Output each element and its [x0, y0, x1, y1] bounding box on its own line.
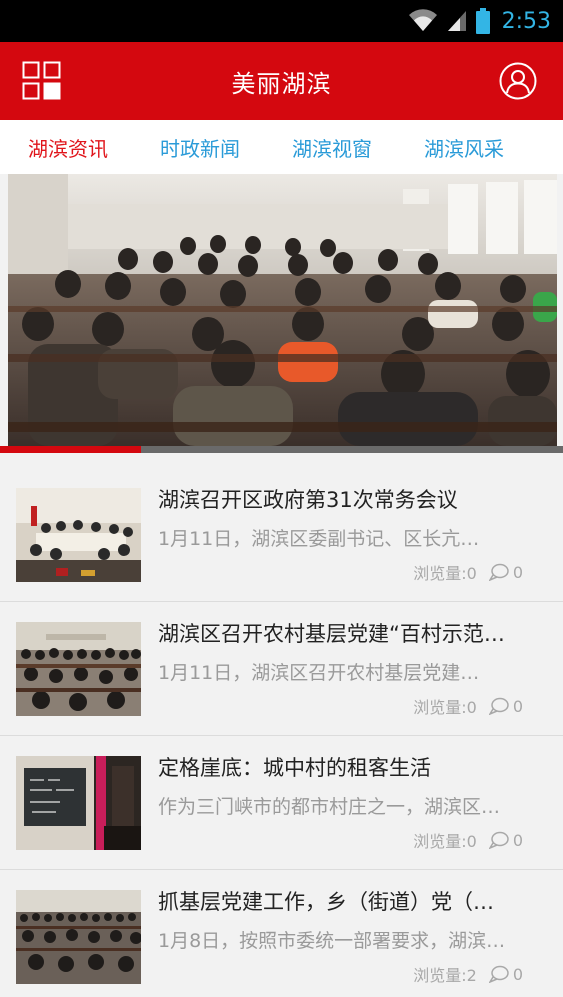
news-title: 定格崖底：城中村的租客生活	[158, 756, 431, 780]
news-list-item[interactable]: 抓基层党建工作，乡（街道）党（… 1月8日，按照市委统一部署要求，湖滨… 浏览量…	[0, 870, 563, 997]
news-meta: 浏览量:2 0	[413, 962, 523, 986]
wifi-icon	[408, 9, 438, 33]
news-summary: 1月8日，按照市委统一部署要求，湖滨…	[158, 930, 506, 952]
status-bar: 2:53	[0, 0, 563, 42]
comment-count-group: 0	[488, 562, 523, 582]
grid-menu-button[interactable]	[22, 61, 62, 101]
news-meta: 浏览量:0 0	[413, 828, 523, 852]
news-summary: 作为三门峡市的都市村庄之一，湖滨区…	[158, 796, 501, 818]
comment-count: 0	[512, 696, 523, 716]
banner-progress-track	[0, 446, 563, 453]
banner-progress-fill	[0, 446, 141, 453]
comment-count: 0	[512, 964, 523, 984]
news-title: 湖滨召开区政府第31次常务会议	[158, 488, 458, 512]
app-title: 美丽湖滨	[231, 69, 332, 98]
news-thumbnail	[16, 622, 141, 716]
news-summary: 1月11日，湖滨区召开农村基层党建…	[158, 662, 480, 684]
comment-count-group: 0	[488, 696, 523, 716]
view-count: 浏览量:0	[413, 832, 477, 851]
comment-icon	[488, 563, 509, 581]
comment-icon	[488, 697, 509, 715]
app-header: 美丽湖滨	[0, 42, 563, 120]
status-time: 2:53	[501, 8, 551, 34]
comment-icon	[488, 831, 509, 849]
battery-icon	[475, 8, 490, 34]
comment-count-group: 0	[488, 830, 523, 850]
app-screen: 2:53 美丽湖滨 湖滨资讯 时政新闻 湖滨视窗 湖滨风采 湖滨召开区政府第31…	[0, 0, 563, 997]
news-list: 湖滨召开区政府第31次常务会议 1月11日，湖滨区委副书记、区长亢… 浏览量:0…	[0, 468, 563, 997]
news-title: 湖滨区召开农村基层党建“百村示范…	[158, 622, 505, 646]
news-list-item[interactable]: 湖滨区召开农村基层党建“百村示范… 1月11日，湖滨区召开农村基层党建… 浏览量…	[0, 602, 563, 736]
news-list-item[interactable]: 定格崖底：城中村的租客生活 作为三门峡市的都市村庄之一，湖滨区… 浏览量:0 0	[0, 736, 563, 870]
featured-banner-image[interactable]	[8, 174, 557, 446]
comment-count: 0	[512, 562, 523, 582]
view-count: 浏览量:0	[413, 564, 477, 583]
category-tabs: 湖滨资讯 时政新闻 湖滨视窗 湖滨风采	[0, 120, 563, 174]
tab-hubin-news[interactable]: 湖滨资讯	[2, 133, 134, 162]
news-summary: 1月11日，湖滨区委副书记、区长亢…	[158, 528, 480, 550]
user-icon	[499, 62, 537, 100]
news-thumbnail	[16, 756, 141, 850]
comment-count-group: 0	[488, 964, 523, 984]
news-list-item[interactable]: 湖滨召开区政府第31次常务会议 1月11日，湖滨区委副书记、区长亢… 浏览量:0…	[0, 468, 563, 602]
comment-icon	[488, 965, 509, 983]
news-thumbnail	[16, 488, 141, 582]
view-count: 浏览量:0	[413, 698, 477, 717]
news-meta: 浏览量:0 0	[413, 694, 523, 718]
view-count: 浏览量:2	[413, 966, 477, 985]
user-profile-button[interactable]	[499, 62, 537, 100]
tab-hubin-style[interactable]: 湖滨风采	[398, 133, 530, 162]
grid-menu-icon	[22, 61, 61, 100]
news-meta: 浏览量:0 0	[413, 560, 523, 584]
cellular-signal-icon	[446, 9, 468, 33]
news-title: 抓基层党建工作，乡（街道）党（…	[158, 890, 494, 914]
tab-hubin-window[interactable]: 湖滨视窗	[266, 133, 398, 162]
comment-count: 0	[512, 830, 523, 850]
news-thumbnail	[16, 890, 141, 984]
tab-politics-news[interactable]: 时政新闻	[134, 133, 266, 162]
